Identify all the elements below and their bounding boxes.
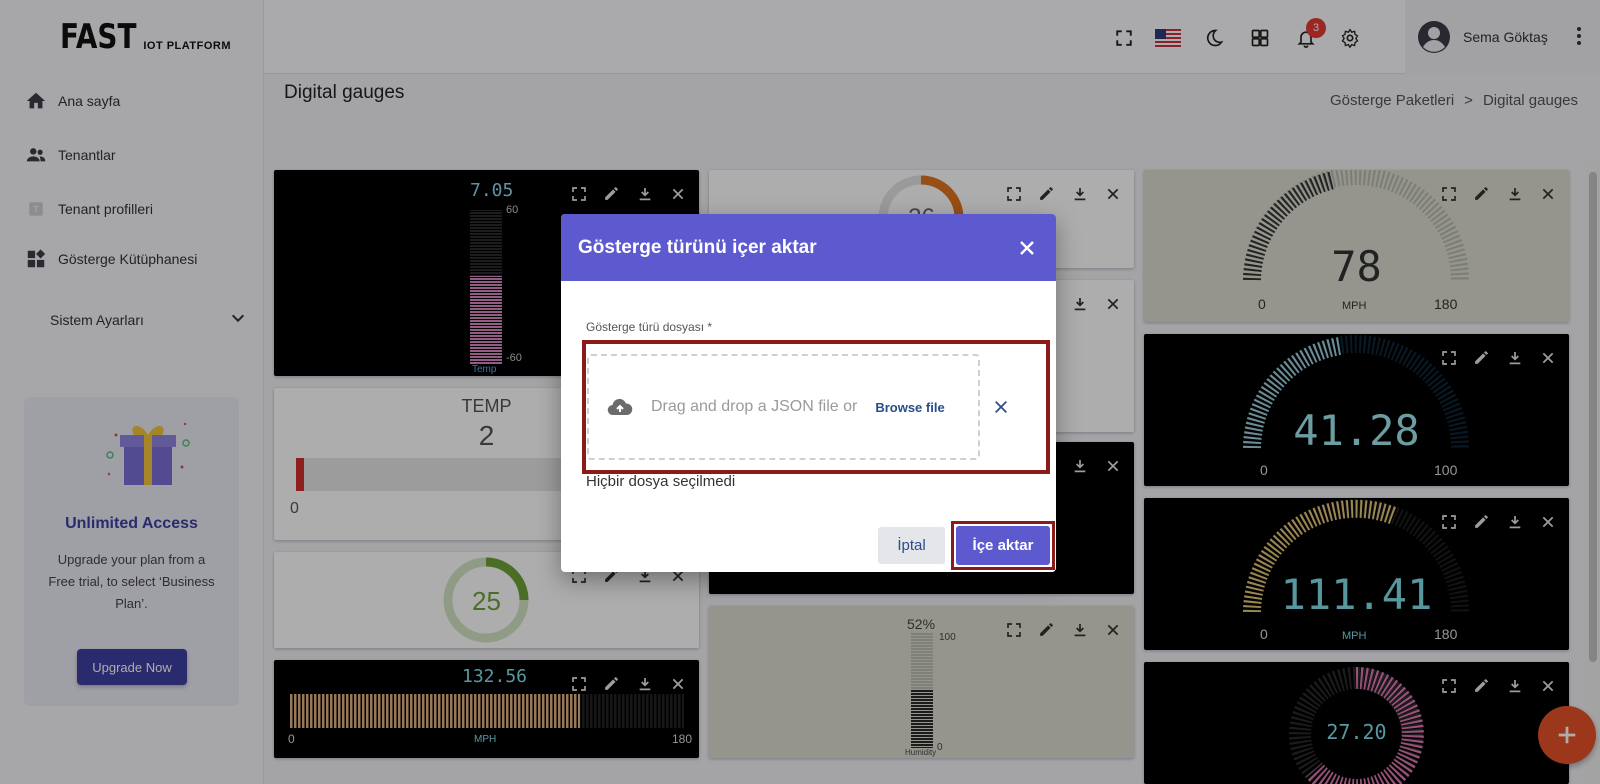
- import-button[interactable]: İçe aktar: [956, 526, 1050, 565]
- file-status-text: Hiçbir dosya seçilmedi: [586, 473, 736, 490]
- close-icon[interactable]: [1015, 236, 1039, 260]
- dropzone-text: Drag and drop a JSON file or: [651, 398, 858, 415]
- file-dropzone[interactable]: Drag and drop a JSON file or Browse file: [587, 354, 980, 460]
- clear-file-icon[interactable]: [990, 396, 1012, 418]
- import-widget-type-dialog: Gösterge türünü içer aktar Gösterge türü…: [561, 214, 1056, 572]
- dialog-title: Gösterge türünü içer aktar: [578, 236, 817, 258]
- cloud-upload-icon: [607, 398, 633, 416]
- dialog-header: Gösterge türünü içer aktar: [561, 214, 1056, 281]
- file-field-label: Gösterge türü dosyası *: [586, 320, 713, 334]
- browse-file-button[interactable]: Browse file: [875, 400, 944, 415]
- cancel-button[interactable]: İptal: [878, 527, 945, 564]
